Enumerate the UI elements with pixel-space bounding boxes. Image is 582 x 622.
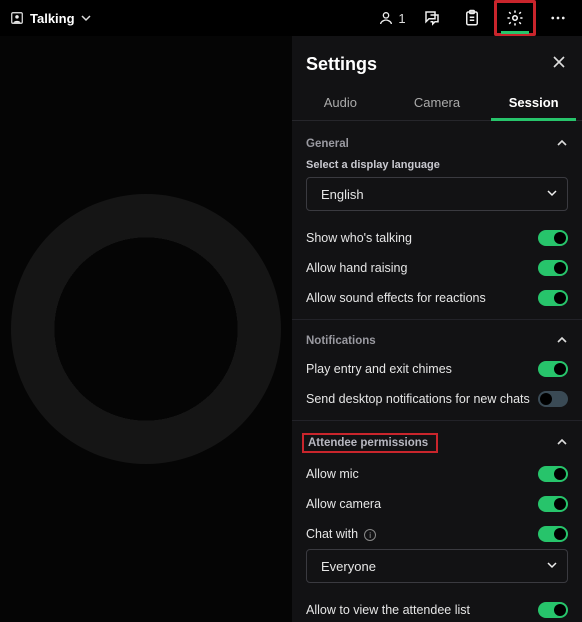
toggle-allow-camera[interactable] [538,496,568,512]
tab-session[interactable]: Session [485,85,582,120]
chevron-down-icon [81,13,91,23]
gear-icon [506,9,524,27]
divider [292,420,582,421]
app-window: Talking 1 [0,0,582,622]
allow-mic-label: Allow mic [306,467,538,481]
settings-button-highlight [494,0,536,36]
settings-active-indicator [501,31,529,34]
row-allow-mic: Allow mic [306,459,568,489]
toggle-allow-sound[interactable] [538,290,568,306]
section-general[interactable]: General [306,129,568,157]
meeting-title: Talking [30,11,75,26]
language-select[interactable]: English [306,177,568,211]
settings-tabs: Audio Camera Session [292,85,582,121]
view-list-label: Allow to view the attendee list [306,603,538,617]
panel-body: General Select a display language Englis… [292,121,582,622]
toggle-chat-with[interactable] [538,526,568,542]
chat-with-select[interactable]: Everyone [306,549,568,583]
participant-count: 1 [398,11,405,26]
chat-button[interactable] [414,3,450,33]
language-value: English [321,187,364,202]
chat-with-label: Chat withi [306,527,538,542]
row-allow-hand: Allow hand raising [306,253,568,283]
chevron-down-icon [547,559,557,573]
divider [292,319,582,320]
desktop-notif-label: Send desktop notifications for new chats [306,392,538,406]
tab-audio[interactable]: Audio [292,85,389,120]
row-chimes: Play entry and exit chimes [306,354,568,384]
info-icon[interactable]: i [364,529,376,541]
settings-panel: Settings Audio Camera Session General Se… [292,36,582,622]
toggle-allow-mic[interactable] [538,466,568,482]
chat-with-value: Everyone [321,559,376,574]
section-attendee-highlight[interactable]: Attendee permissions [302,433,438,453]
allow-sound-label: Allow sound effects for reactions [306,291,538,305]
person-icon [378,10,394,26]
chevron-down-icon [547,187,557,201]
topbar: Talking 1 [0,0,582,36]
participants-button[interactable]: 1 [374,3,410,33]
tab-camera[interactable]: Camera [389,85,486,120]
allow-hand-label: Allow hand raising [306,261,538,275]
avatar-placeholder [11,194,281,464]
show-talking-label: Show who's talking [306,231,538,245]
topbar-title-group[interactable]: Talking [6,11,91,26]
toggle-view-list[interactable] [538,602,568,618]
section-notifications-label: Notifications [306,335,376,347]
toggle-show-talking[interactable] [538,230,568,246]
clipboard-icon [463,9,481,27]
chat-icon [423,9,441,27]
language-label: Select a display language [306,157,568,177]
more-button[interactable] [540,3,576,33]
agenda-button[interactable] [454,3,490,33]
section-general-label: General [306,138,349,150]
panel-title: Settings [306,54,377,75]
presenter-icon [10,11,24,25]
close-icon [552,55,566,69]
row-allow-camera: Allow camera [306,489,568,519]
row-view-list: Allow to view the attendee list [306,595,568,622]
row-desktop-notif: Send desktop notifications for new chats [306,384,568,414]
chevron-up-icon [556,334,568,348]
close-button[interactable] [552,55,566,74]
section-notifications[interactable]: Notifications [306,326,568,354]
row-show-talking: Show who's talking [306,223,568,253]
section-attendee-label: Attendee permissions [308,437,428,449]
toggle-desktop-notif[interactable] [538,391,568,407]
row-allow-sound: Allow sound effects for reactions [306,283,568,313]
chevron-up-icon [556,436,568,450]
row-chat-with: Chat withi [306,519,568,549]
chimes-label: Play entry and exit chimes [306,362,538,376]
settings-button[interactable] [497,3,533,33]
chevron-up-icon [556,137,568,151]
video-stage [0,36,292,622]
more-icon [549,9,567,27]
toggle-allow-hand[interactable] [538,260,568,276]
allow-camera-label: Allow camera [306,497,538,511]
toggle-chimes[interactable] [538,361,568,377]
